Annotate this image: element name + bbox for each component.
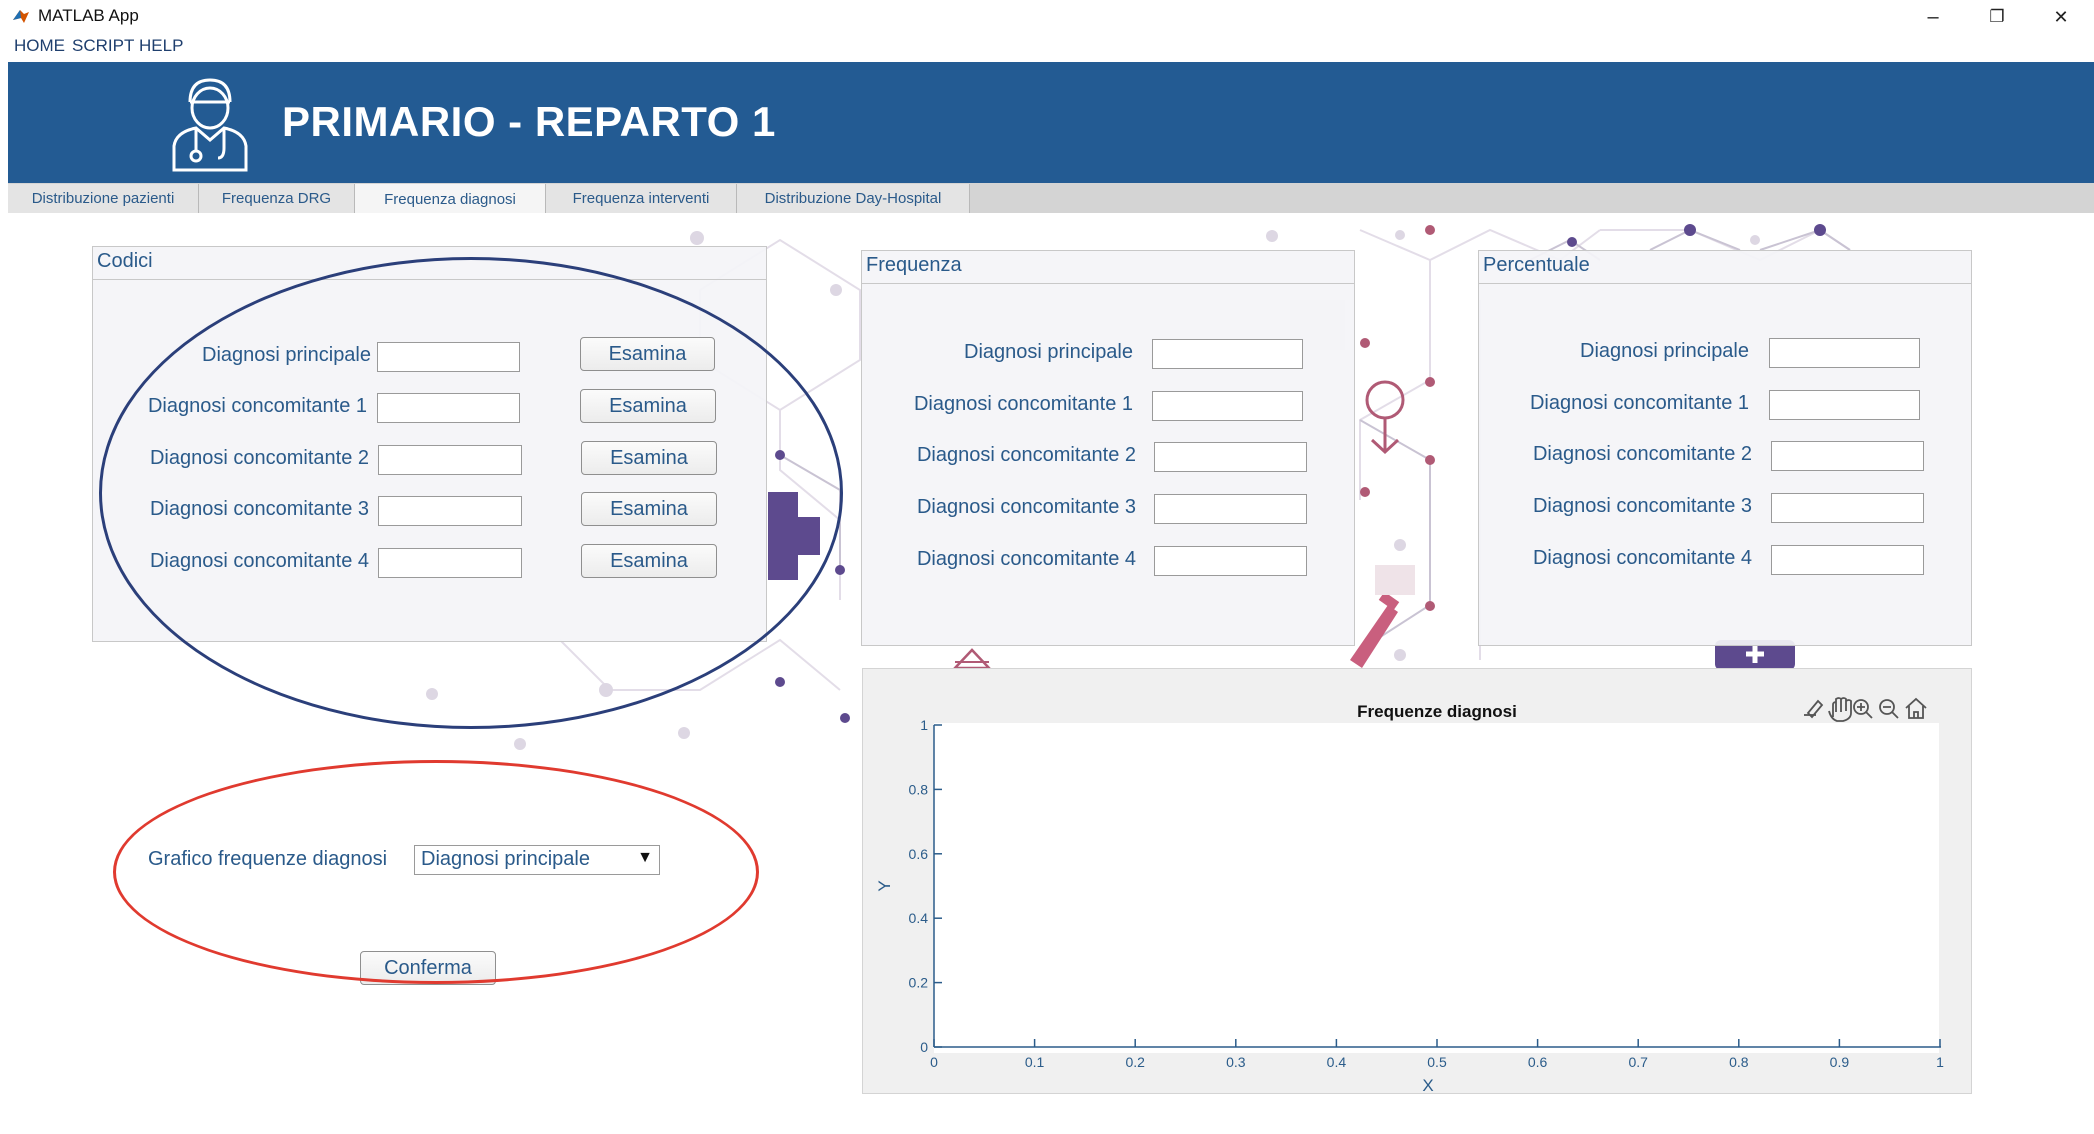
restore-button[interactable]: ❐ (1968, 2, 2026, 32)
frequenza-panel: Frequenza Diagnosi principale Diagnosi c… (861, 250, 1355, 646)
x-tick-label: 0.1 (1025, 1054, 1045, 1070)
y-tick-label: 0.8 (909, 781, 929, 797)
x-tick-label: 0 (930, 1054, 938, 1070)
percentuale-label-principale: Diagnosi principale (1580, 340, 1749, 362)
frequenza-label-concomitante-4: Diagnosi concomitante 4 (916, 548, 1136, 570)
x-tick-label: 0.4 (1327, 1054, 1347, 1070)
frequenza-principale-field[interactable] (1152, 339, 1303, 369)
matlab-icon (13, 10, 29, 23)
plot-area (934, 723, 1939, 1053)
window-title-bar: MATLAB App – ❐ ✕ (0, 0, 2094, 32)
y-tick-label: 0.4 (909, 910, 929, 926)
zoom-in-icon[interactable] (1853, 699, 1873, 719)
chart-title: Frequenze diagnosi (1357, 702, 1517, 721)
axes-toolbar (1804, 697, 1927, 722)
menu-bar: HOME SCRIPT HELP (0, 34, 2094, 58)
menu-script[interactable]: SCRIPT (72, 36, 134, 56)
percentuale-concomitante-4-field[interactable] (1771, 545, 1924, 575)
x-tick-label: 0.5 (1427, 1054, 1447, 1070)
percentuale-concomitante-2-field[interactable] (1771, 441, 1924, 471)
frequenza-label-concomitante-2: Diagnosi concomitante 2 (916, 444, 1136, 466)
frequenza-concomitante-4-field[interactable] (1154, 546, 1307, 576)
percentuale-label-concomitante-1: Diagnosi concomitante 1 (1529, 392, 1749, 414)
tab-distribuzione-day-hospital[interactable]: Distribuzione Day-Hospital (737, 184, 970, 213)
home-icon[interactable] (1905, 697, 1927, 719)
frequenza-label-concomitante-3: Diagnosi concomitante 3 (916, 496, 1136, 518)
panel-divider (862, 283, 1354, 284)
close-button[interactable]: ✕ (2032, 2, 2090, 32)
y-tick-label: 1 (920, 717, 928, 733)
frequenza-label-concomitante-1: Diagnosi concomitante 1 (913, 393, 1133, 415)
tab-frequenza-diagnosi[interactable]: Frequenza diagnosi (355, 184, 546, 214)
blue-highlight-ellipse (99, 257, 843, 729)
codici-panel-title: Codici (97, 250, 153, 272)
percentuale-label-concomitante-4: Diagnosi concomitante 4 (1532, 547, 1752, 569)
frequenza-concomitante-3-field[interactable] (1154, 494, 1307, 524)
percentuale-panel: Percentuale Diagnosi principale Diagnosi… (1478, 250, 1972, 646)
y-tick-label: 0.2 (909, 975, 929, 991)
pan-icon[interactable] (1828, 697, 1852, 722)
x-tick-label: 0.7 (1628, 1054, 1648, 1070)
header-banner: PRIMARIO - REPARTO 1 (8, 62, 2094, 183)
chart-panel: Frequenze diagnosi X Y 0 0.1 0.2 0.3 0.4 0.5 0… (862, 668, 1972, 1095)
frequenza-label-principale: Diagnosi principale (964, 341, 1133, 363)
y-tick-label: 0 (920, 1039, 928, 1055)
x-tick-label: 0.9 (1830, 1054, 1850, 1070)
frequenze-diagnosi-chart: Frequenze diagnosi X Y 0 0.1 0.2 0.3 0.4 0.5 0… (875, 697, 1944, 1095)
minimize-button[interactable]: – (1904, 2, 1962, 32)
frequenza-concomitante-2-field[interactable] (1154, 442, 1307, 472)
percentuale-panel-title: Percentuale (1483, 254, 1590, 276)
frequenza-concomitante-1-field[interactable] (1152, 391, 1303, 421)
tab-frequenza-interventi[interactable]: Frequenza interventi (546, 184, 737, 213)
y-tick-label: 0.6 (909, 846, 929, 862)
zoom-out-icon[interactable] (1879, 699, 1899, 719)
y-axis-label: Y (875, 880, 894, 891)
percentuale-label-concomitante-3: Diagnosi concomitante 3 (1532, 495, 1752, 517)
x-tick-label: 0.2 (1125, 1054, 1145, 1070)
red-highlight-ellipse (113, 760, 759, 984)
menu-help[interactable]: HELP (139, 36, 183, 56)
x-tick-label: 0.6 (1528, 1054, 1548, 1070)
doctor-icon (172, 78, 248, 172)
tab-frequenza-drg[interactable]: Frequenza DRG (199, 184, 355, 213)
tab-bar: Distribuzione pazienti Frequenza DRG Fre… (8, 183, 2094, 214)
percentuale-principale-field[interactable] (1769, 338, 1920, 368)
menu-home[interactable]: HOME (14, 36, 65, 56)
brush-icon[interactable] (1804, 699, 1824, 719)
window-title: MATLAB App (38, 6, 139, 25)
x-axis-label: X (1422, 1076, 1433, 1093)
panel-divider (1479, 283, 1971, 284)
x-tick-label: 0.3 (1226, 1054, 1246, 1070)
percentuale-concomitante-3-field[interactable] (1771, 493, 1924, 523)
page-title: PRIMARIO - REPARTO 1 (282, 98, 776, 145)
percentuale-label-concomitante-2: Diagnosi concomitante 2 (1532, 443, 1752, 465)
tab-distribuzione-pazienti[interactable]: Distribuzione pazienti (8, 184, 199, 213)
x-tick-label: 0.8 (1729, 1054, 1749, 1070)
percentuale-concomitante-1-field[interactable] (1769, 390, 1920, 420)
x-tick-label: 1 (1936, 1054, 1944, 1070)
frequenza-panel-title: Frequenza (866, 254, 962, 276)
